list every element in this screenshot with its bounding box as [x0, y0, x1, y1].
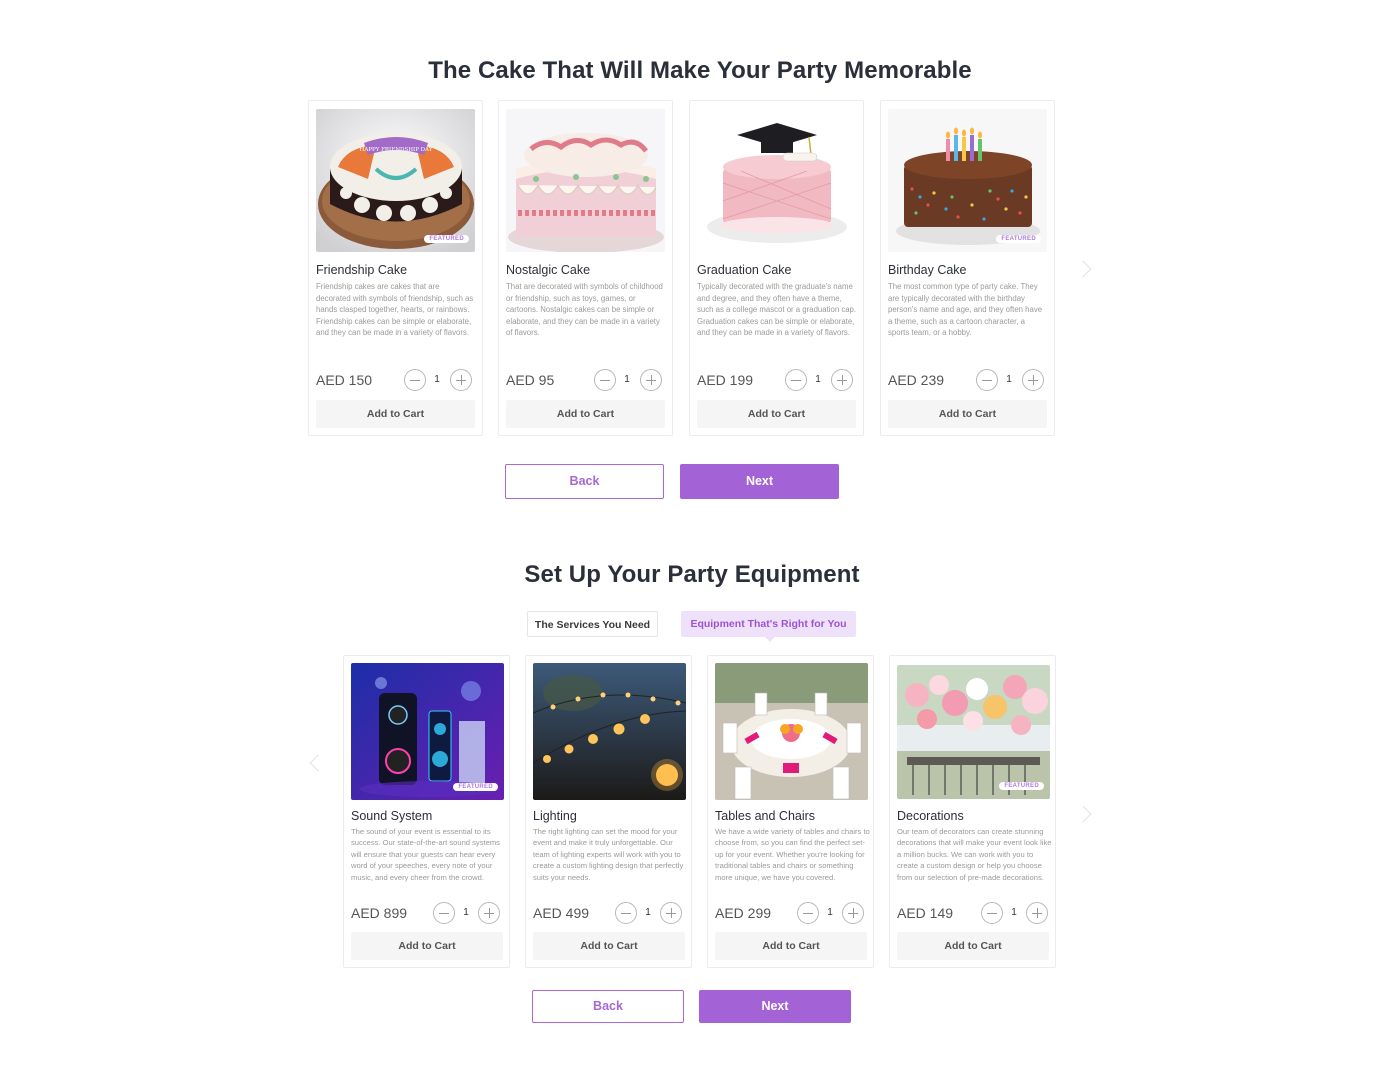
- decrease-quantity-button[interactable]: [594, 369, 616, 391]
- decrease-quantity-button[interactable]: [981, 902, 1003, 924]
- product-name: Birthday Cake: [888, 263, 967, 277]
- tab-services[interactable]: The Services You Need: [527, 611, 658, 637]
- increase-quantity-button[interactable]: [831, 369, 853, 391]
- product-card-tables-and-chairs: Tables and Chairs We have a wide variety…: [707, 655, 874, 968]
- lighting-image: [533, 663, 686, 800]
- carousel-next-arrow-icon[interactable]: [1074, 260, 1092, 278]
- product-card-graduation-cake: Graduation Cake Typically decorated with…: [689, 100, 864, 436]
- decrease-quantity-button[interactable]: [976, 369, 998, 391]
- product-name: Sound System: [351, 809, 433, 823]
- product-price: AED 95: [506, 372, 555, 388]
- product-description: Typically decorated with the graduate's …: [697, 282, 857, 337]
- featured-badge: FEATURED: [999, 782, 1044, 790]
- sound-system-image: FEATURED: [351, 663, 504, 800]
- equipment-back-button[interactable]: Back: [532, 990, 684, 1023]
- product-name: Friendship Cake: [316, 263, 408, 277]
- product-name: Graduation Cake: [697, 263, 792, 277]
- carousel-prev-arrow-icon[interactable]: [309, 754, 327, 772]
- quantity-value: 1: [624, 374, 630, 385]
- tables-chairs-image: [715, 663, 868, 800]
- friendship-cake-image: HAPPY FRIENDSHIP DAY FEATURED: [316, 109, 475, 252]
- product-price: AED 239: [888, 372, 945, 388]
- cake-topper-text: HAPPY FRIENDSHIP DAY: [360, 147, 433, 153]
- product-name: Nostalgic Cake: [506, 263, 591, 277]
- product-description: That are decorated with symbols of child…: [506, 282, 663, 337]
- product-price: AED 149: [897, 905, 954, 921]
- increase-quantity-button[interactable]: [450, 369, 472, 391]
- decorations-image: FEATURED: [897, 665, 1050, 799]
- product-card-sound-system: FEATURED Sound System The sound of your …: [343, 655, 510, 968]
- add-to-cart-button[interactable]: Add to Cart: [697, 400, 856, 428]
- nostalgic-cake-image: [506, 109, 665, 252]
- decrease-quantity-button[interactable]: [797, 902, 819, 924]
- product-description: We have a wide variety of tables and cha…: [715, 827, 870, 882]
- product-price: AED 499: [533, 905, 590, 921]
- product-description: The right lighting can set the mood for …: [533, 827, 684, 882]
- increase-quantity-button[interactable]: [842, 902, 864, 924]
- add-to-cart-button[interactable]: Add to Cart: [715, 932, 867, 960]
- decrease-quantity-button[interactable]: [404, 369, 426, 391]
- quantity-value: 1: [434, 374, 440, 385]
- cakes-section-title: The Cake That Will Make Your Party Memor…: [428, 57, 972, 84]
- featured-badge: FEATURED: [424, 235, 469, 243]
- equipment-next-button[interactable]: Next: [699, 990, 851, 1023]
- product-card-nostalgic-cake: Nostalgic Cake That are decorated with s…: [498, 100, 673, 436]
- product-price: AED 299: [715, 905, 772, 921]
- tab-equipment[interactable]: Equipment That's Right for You: [681, 611, 856, 642]
- add-to-cart-button[interactable]: Add to Cart: [533, 932, 685, 960]
- product-name: Lighting: [533, 809, 577, 823]
- increase-quantity-button[interactable]: [660, 902, 682, 924]
- product-price: AED 150: [316, 372, 373, 388]
- product-card-decorations: FEATURED Decorations Our team of decorat…: [889, 655, 1056, 968]
- birthday-cake-image: FEATURED: [888, 109, 1047, 252]
- product-description: Our team of decorators can create stunni…: [897, 827, 1052, 882]
- add-to-cart-button[interactable]: Add to Cart: [897, 932, 1049, 960]
- add-to-cart-button[interactable]: Add to Cart: [351, 932, 503, 960]
- carousel-next-arrow-icon[interactable]: [1074, 805, 1092, 823]
- equipment-section-title: Set Up Your Party Equipment: [524, 561, 860, 588]
- increase-quantity-button[interactable]: [1026, 902, 1048, 924]
- featured-badge: FEATURED: [453, 783, 498, 791]
- product-description: The sound of your event is essential to …: [351, 827, 500, 882]
- featured-badge: FEATURED: [996, 235, 1041, 243]
- quantity-value: 1: [1011, 907, 1017, 918]
- quantity-value: 1: [1006, 374, 1012, 385]
- increase-quantity-button[interactable]: [478, 902, 500, 924]
- product-name: Decorations: [897, 809, 964, 823]
- increase-quantity-button[interactable]: [640, 369, 662, 391]
- cakes-next-button[interactable]: Next: [680, 464, 839, 499]
- graduation-cake-image: [697, 109, 856, 252]
- product-description: Friendship cakes are cakes that are deco…: [316, 282, 474, 337]
- add-to-cart-button[interactable]: Add to Cart: [506, 400, 665, 428]
- quantity-value: 1: [463, 907, 469, 918]
- decrease-quantity-button[interactable]: [433, 902, 455, 924]
- cakes-back-button[interactable]: Back: [505, 464, 664, 499]
- quantity-value: 1: [815, 374, 821, 385]
- product-price: AED 199: [697, 372, 754, 388]
- increase-quantity-button[interactable]: [1022, 369, 1044, 391]
- product-card-friendship-cake: HAPPY FRIENDSHIP DAY FEATURED Friendship…: [308, 100, 483, 436]
- decrease-quantity-button[interactable]: [615, 902, 637, 924]
- product-card-birthday-cake: FEATURED Birthday Cake The most common t…: [880, 100, 1055, 436]
- quantity-value: 1: [827, 907, 833, 918]
- product-card-lighting: Lighting The right lighting can set the …: [525, 655, 692, 968]
- product-price: AED 899: [351, 905, 408, 921]
- quantity-value: 1: [645, 907, 651, 918]
- product-description: The most common type of party cake. They…: [888, 282, 1043, 337]
- add-to-cart-button[interactable]: Add to Cart: [316, 400, 475, 428]
- add-to-cart-button[interactable]: Add to Cart: [888, 400, 1047, 428]
- decrease-quantity-button[interactable]: [785, 369, 807, 391]
- product-name: Tables and Chairs: [715, 809, 816, 823]
